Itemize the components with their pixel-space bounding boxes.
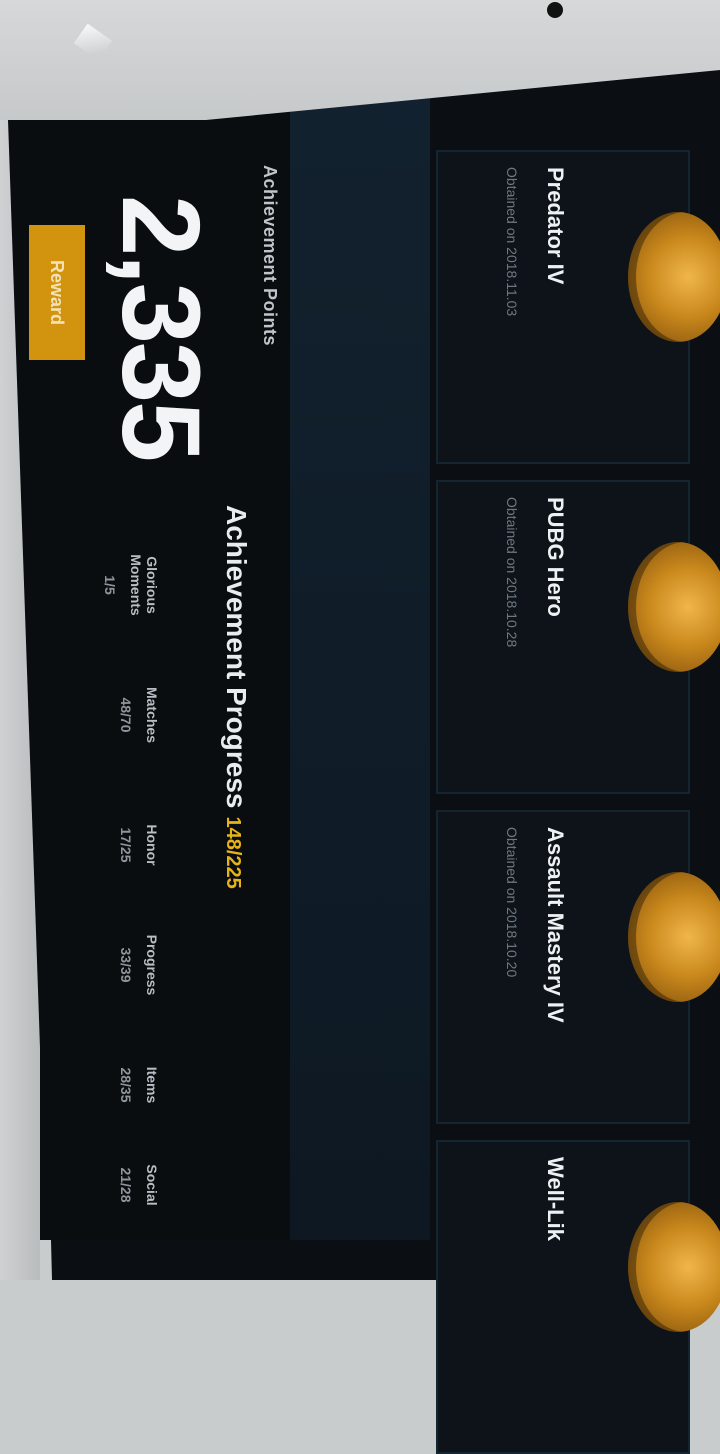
achievement-medal-icon bbox=[628, 212, 720, 342]
category-value: 33/39 bbox=[118, 947, 134, 983]
achievement-date: Obtained on 2018.10.20 bbox=[504, 827, 520, 978]
achievement-points-label: Achievement Points bbox=[260, 165, 280, 347]
achievement-title: Well-Lik bbox=[543, 1157, 568, 1241]
category-label: Progress bbox=[144, 934, 160, 996]
category-label: Matches bbox=[144, 686, 160, 744]
achievement-title: Predator IV bbox=[543, 167, 568, 285]
achievement-title: Assault Mastery IV bbox=[543, 827, 568, 1023]
category-label: Glorious Moments bbox=[128, 554, 160, 616]
achievement-medal-icon bbox=[628, 1202, 720, 1332]
category-label: Honor bbox=[144, 824, 160, 866]
recent-achievement-card[interactable]: Predator IV Obtained on 2018.11.03 bbox=[436, 150, 720, 464]
category-value: 17/25 bbox=[118, 827, 134, 863]
category-glorious-moments[interactable]: Glorious Moments 1/5 bbox=[102, 525, 160, 645]
category-progress[interactable]: Progress 33/39 bbox=[118, 905, 160, 1025]
achievement-progress-label: Achievement Progress bbox=[221, 505, 252, 809]
category-matches[interactable]: Matches 48/70 bbox=[118, 655, 160, 775]
category-value: 1/5 bbox=[102, 575, 118, 595]
achievement-medal-icon bbox=[628, 872, 720, 1002]
achievement-progress-title: Achievement Progress 148/225 bbox=[220, 505, 252, 889]
category-social[interactable]: Social 21/28 bbox=[118, 1125, 160, 1245]
recent-achievement-card[interactable]: Well-Lik bbox=[436, 1140, 720, 1454]
category-value: 48/70 bbox=[118, 697, 134, 733]
achievement-medal-icon bbox=[628, 542, 720, 672]
category-value: 21/28 bbox=[118, 1167, 134, 1203]
reward-button[interactable]: Reward bbox=[29, 225, 85, 360]
progress-panel bbox=[290, 0, 430, 1240]
recent-achievement-card[interactable]: Assault Mastery IV Obtained on 2018.10.2… bbox=[436, 810, 720, 1124]
camera-icon bbox=[547, 2, 563, 18]
game-ui: Achievement Points 2,335 Reward Achievem… bbox=[0, 0, 720, 1454]
recent-achievement-card[interactable]: PUBG Hero Obtained on 2018.10.28 bbox=[436, 480, 720, 794]
category-label: Social bbox=[144, 1164, 160, 1206]
achievement-points-value: 2,335 bbox=[99, 195, 222, 461]
category-honor[interactable]: Honor 17/25 bbox=[118, 785, 160, 905]
category-label: Items bbox=[144, 1066, 160, 1104]
achievement-title: PUBG Hero bbox=[543, 497, 568, 617]
achievement-date: Obtained on 2018.11.03 bbox=[504, 167, 520, 317]
achievement-progress-count: 148/225 bbox=[222, 816, 244, 889]
achievement-date: Obtained on 2018.10.28 bbox=[504, 497, 520, 648]
